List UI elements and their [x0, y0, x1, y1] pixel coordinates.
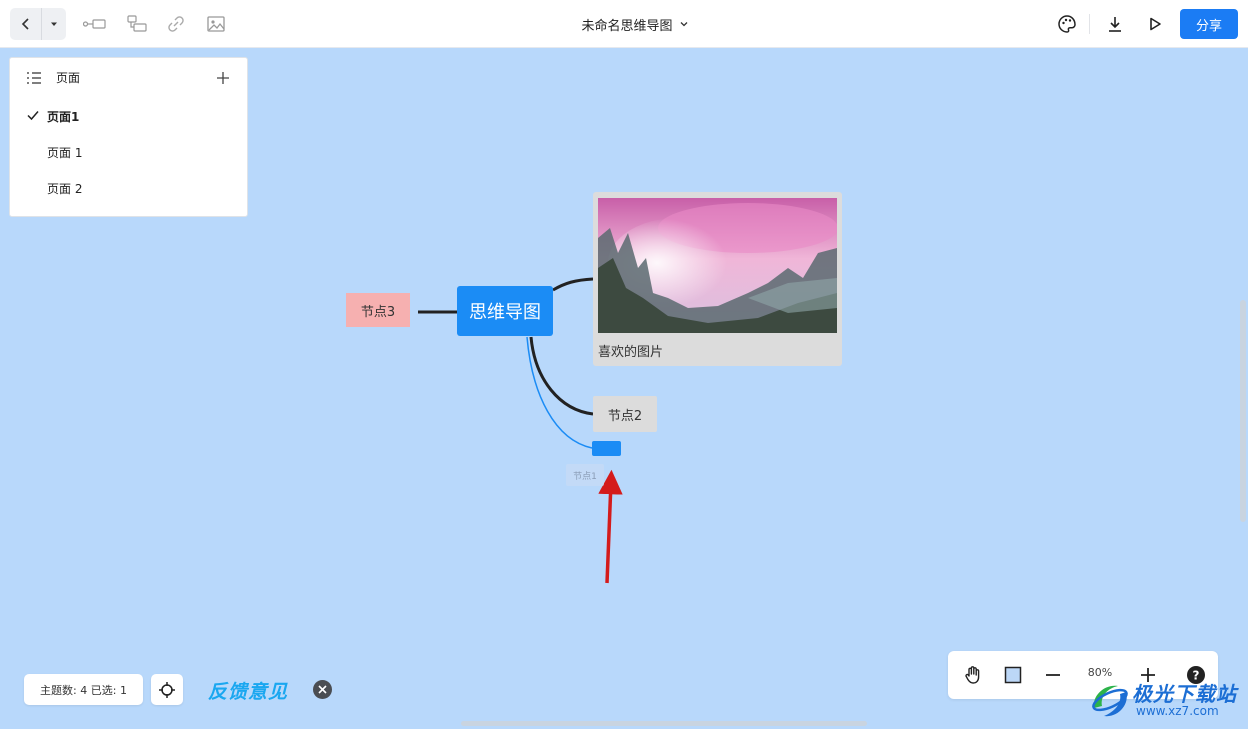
watermark-name: 极光下载站 — [1132, 682, 1237, 706]
insert-child-icon[interactable] — [125, 12, 149, 36]
chevron-left-icon — [21, 18, 29, 30]
back-button-group — [10, 8, 66, 40]
add-page-button[interactable] — [212, 67, 234, 89]
mindmap-image-node[interactable]: 喜欢的图片 — [593, 192, 842, 366]
watermark-url: www.xz7.com — [1136, 704, 1219, 718]
page-item-label: 页面 1 — [47, 146, 83, 160]
locate-button[interactable] — [151, 674, 183, 705]
feedback-link[interactable]: 反馈意见 — [208, 677, 288, 704]
connector-node2 — [529, 336, 594, 416]
check-icon — [27, 111, 39, 121]
frame-icon[interactable] — [1001, 663, 1025, 687]
vertical-scrollbar[interactable] — [1240, 300, 1246, 522]
page-item-label: 页面 2 — [47, 182, 83, 196]
download-icon[interactable] — [1103, 12, 1127, 36]
list-icon[interactable] — [24, 68, 44, 88]
chevron-down-icon — [680, 22, 687, 27]
caret-down-icon — [51, 22, 57, 26]
back-menu-button[interactable] — [42, 8, 66, 40]
node-label: 节点3 — [360, 304, 396, 320]
feedback-close-button[interactable] — [313, 680, 332, 699]
image-icon[interactable] — [204, 12, 228, 36]
toolbar-divider — [1089, 14, 1090, 34]
status-chip: 主题数: 4 已选: 1 — [24, 674, 143, 705]
link-icon[interactable] — [164, 12, 188, 36]
document-title-text: 未命名思维导图 — [581, 18, 673, 34]
page-item-2[interactable]: 页面 1 — [10, 136, 247, 166]
page-item-label: 页面1 — [47, 110, 80, 124]
pages-panel-title: 页面 — [56, 71, 81, 85]
landscape-image — [598, 198, 837, 333]
image-caption: 喜欢的图片 — [598, 345, 664, 360]
mindmap-root-node[interactable]: 思维导图 — [457, 286, 553, 336]
watermark-logo-icon — [1092, 685, 1128, 717]
node-label: 思维导图 — [469, 302, 541, 323]
plus-icon — [217, 72, 229, 84]
new-node-placeholder[interactable] — [592, 441, 621, 456]
page-item-1[interactable]: 页面1 — [10, 100, 247, 130]
page-item-3[interactable]: 页面 2 — [10, 172, 247, 202]
close-icon — [318, 685, 327, 694]
insert-sibling-icon[interactable] — [83, 12, 107, 36]
palette-icon[interactable] — [1055, 12, 1079, 36]
connector-new-node — [526, 336, 593, 449]
zoom-out-icon[interactable] — [1041, 663, 1065, 687]
share-button[interactable]: 分享 — [1180, 9, 1238, 39]
horizontal-scrollbar[interactable] — [461, 721, 867, 726]
watermark: 极光下载站 www.xz7.com — [1088, 676, 1248, 726]
pages-panel: 页面 页面1 页面 1 页面 2 — [9, 57, 248, 217]
crosshair-icon — [159, 681, 175, 698]
drag-ghost-label: 节点1 — [566, 464, 604, 486]
top-toolbar: 未命名思维导图 分享 — [0, 0, 1248, 48]
play-icon[interactable] — [1143, 12, 1167, 36]
document-title[interactable]: 未命名思维导图 — [560, 14, 710, 34]
pages-panel-header: 页面 — [10, 58, 247, 98]
connector-image — [552, 277, 594, 292]
back-button[interactable] — [10, 8, 42, 40]
hand-tool-icon[interactable] — [961, 663, 985, 687]
mindmap-node-2[interactable]: 节点2 — [593, 396, 657, 432]
annotation-arrow — [598, 469, 623, 584]
node-label: 节点2 — [607, 408, 643, 424]
mindmap-node-3[interactable]: 节点3 — [346, 293, 410, 327]
